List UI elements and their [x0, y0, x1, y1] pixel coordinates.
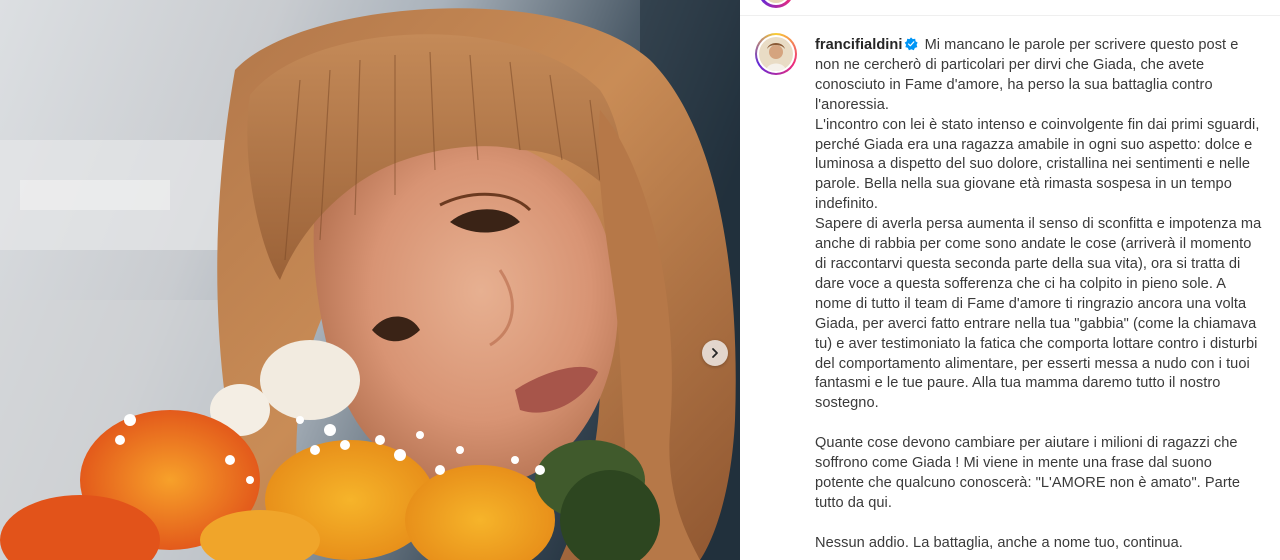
avatar-frame — [757, 35, 795, 73]
post-caption: francifialdini Mi mancano le parole per … — [815, 36, 1265, 554]
caption-avatar[interactable] — [755, 33, 797, 75]
header-divider — [740, 15, 1280, 16]
caption-paragraph-2: L'incontro con lei è stato intenso e coi… — [815, 116, 1260, 213]
next-photo-button[interactable] — [702, 340, 728, 366]
post-photo — [0, 0, 740, 560]
username-link[interactable]: francifialdini — [815, 37, 902, 53]
caption-paragraph-3: Sapere di averla persa aumenta il senso … — [815, 216, 1262, 412]
caption-paragraph-4: Quante cose devono cambiare per aiutare … — [815, 435, 1241, 511]
caption-paragraph-1: francifialdini Mi mancano le parole per … — [815, 36, 1265, 116]
chevron-right-icon — [712, 348, 718, 358]
post-media — [0, 0, 740, 560]
avatar-image — [759, 37, 793, 71]
verified-badge-icon — [905, 37, 919, 51]
caption-paragraph-5: Nessun addio. La battaglia, anche a nome… — [815, 534, 1183, 551]
